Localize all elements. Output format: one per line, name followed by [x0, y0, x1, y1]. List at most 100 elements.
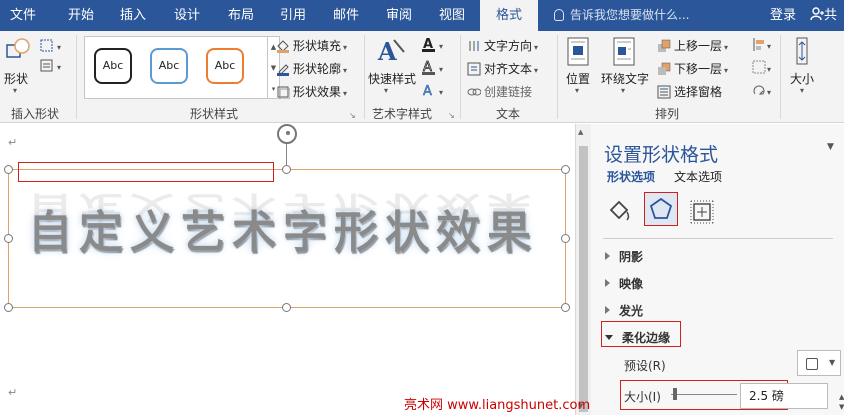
resize-handle[interactable]	[282, 165, 291, 174]
scroll-thumb[interactable]	[579, 146, 588, 412]
shapes-dropdown-icon[interactable]: ▾	[13, 86, 17, 95]
shape-style-gallery[interactable]: Abc Abc Abc	[84, 36, 268, 99]
tab-design[interactable]: 设计	[174, 0, 200, 31]
tab-references[interactable]: 引用	[280, 0, 306, 31]
quick-styles-label: 快速样式	[368, 72, 417, 86]
section-glow[interactable]: 发光	[605, 302, 643, 319]
login-link[interactable]: 登录	[770, 0, 796, 31]
link-icon	[467, 88, 481, 96]
send-backward-button[interactable]: 下移一层 ▾	[657, 60, 728, 77]
size-spinner[interactable]: 2.5 磅 ▲ ▼	[740, 383, 844, 411]
ribbon: 形状 ▾ ▾ ▾ 插入形状 Abc Abc Abc ▲ ▼ ▾ 形状填充 ▾ 形状轮廓…	[0, 31, 844, 123]
shape-outline-button[interactable]: 形状轮廓 ▾	[276, 60, 347, 77]
group-separator	[76, 35, 77, 119]
shape-effects-label: 形状效果	[293, 85, 342, 99]
section-soft-edges[interactable]: 柔化边缘	[605, 329, 670, 346]
tell-me-search[interactable]: 告诉我您想要做什么...	[554, 0, 689, 31]
svg-text:▾: ▾	[767, 65, 771, 74]
quick-styles-dropdown-icon[interactable]: ▾	[384, 86, 388, 95]
resize-handle[interactable]	[4, 303, 13, 312]
resize-handle[interactable]	[561, 165, 570, 174]
selection-pane-label: 选择窗格	[674, 85, 723, 99]
glow-label: 发光	[619, 304, 644, 318]
wrap-text-button[interactable]: 环绕文字	[601, 70, 649, 87]
create-link-button[interactable]: 创建链接	[467, 83, 532, 100]
bring-forward-button[interactable]: 上移一层 ▾	[657, 37, 728, 54]
size-properties-icon[interactable]	[686, 196, 718, 228]
style-sample-black[interactable]: Abc	[94, 48, 132, 84]
tab-layout[interactable]: 布局	[228, 0, 254, 31]
section-reflection[interactable]: 映像	[605, 275, 643, 292]
text-fill-icon[interactable]: A ▾	[422, 37, 452, 53]
resize-handle[interactable]	[4, 165, 13, 174]
shape-styles-group-label: 形状样式	[190, 107, 239, 121]
section-shadow[interactable]: 阴影	[605, 248, 643, 265]
lightbulb-icon	[554, 9, 564, 21]
size-button[interactable]: 大小	[790, 70, 814, 87]
chevron-down-icon: ▼	[829, 358, 836, 367]
text-direction-button[interactable]: 文字方向 ▾	[467, 37, 538, 54]
rotate-handle-icon[interactable]	[277, 124, 297, 144]
wordart-reflection: 自定义艺术字形状效果	[28, 188, 538, 225]
resize-handle[interactable]	[282, 303, 291, 312]
selection-pane-button[interactable]: 选择窗格	[657, 83, 722, 100]
shape-fill-label: 形状填充	[293, 39, 342, 53]
rotate-objects-icon[interactable]: ▾	[752, 83, 776, 99]
preset-dropdown[interactable]: ▼	[797, 350, 841, 376]
size-dropdown-icon[interactable]: ▾	[800, 86, 804, 95]
reflection-label: 映像	[619, 277, 644, 291]
resize-handle[interactable]	[561, 303, 570, 312]
tab-mailings[interactable]: 邮件	[333, 0, 359, 31]
quick-styles-button[interactable]: 快速样式	[368, 70, 416, 87]
tab-format[interactable]: 格式	[480, 0, 538, 31]
scroll-up-icon[interactable]: ▲	[578, 128, 583, 136]
shape-fill-button[interactable]: 形状填充 ▾	[276, 37, 347, 54]
tab-file[interactable]: 文件	[10, 0, 36, 31]
group-separator	[780, 35, 781, 119]
shapes-button[interactable]: 形状	[4, 70, 28, 87]
wordart-launcher-icon[interactable]: ↘	[448, 111, 455, 120]
position-dropdown-icon[interactable]: ▾	[575, 86, 579, 95]
shape-outline-label: 形状轮廓	[293, 62, 342, 76]
preset-label: 预设(R)	[624, 359, 666, 373]
size-slider-track[interactable]	[671, 394, 737, 395]
pane-options-icon[interactable]: ▼	[827, 142, 834, 152]
group-objects-icon[interactable]: ▾	[752, 60, 776, 76]
tab-text-options[interactable]: 文本选项	[674, 168, 722, 185]
send-backward-icon	[658, 62, 671, 75]
vertical-scrollbar[interactable]: ▲ ▼	[575, 124, 591, 415]
align-icon[interactable]: ▾	[752, 37, 776, 53]
shape-styles-launcher-icon[interactable]: ↘	[349, 111, 356, 120]
style-sample-orange[interactable]: Abc	[206, 48, 244, 84]
draw-textbox-icon[interactable]: ▾	[40, 58, 70, 74]
send-backward-label: 下移一层	[674, 62, 723, 76]
tab-home[interactable]: 开始	[68, 0, 94, 31]
position-button[interactable]: 位置	[566, 70, 590, 87]
share-button[interactable]: 共	[810, 0, 837, 31]
selection-pane-icon	[657, 85, 671, 99]
align-text-button[interactable]: 对齐文本 ▾	[467, 60, 538, 77]
text-outline-icon[interactable]: A ▾	[422, 60, 452, 76]
resize-handle[interactable]	[561, 234, 570, 243]
expand-triangle-icon	[605, 306, 610, 314]
group-separator	[364, 35, 365, 119]
fill-line-icon[interactable]	[605, 196, 637, 228]
tab-shape-options[interactable]: 形状选项	[607, 168, 655, 185]
effects-icon	[277, 86, 290, 99]
edit-shape-icon[interactable]: ▾	[40, 38, 70, 54]
tab-view[interactable]: 视图	[439, 0, 465, 31]
pentagon-effects-icon[interactable]	[645, 193, 677, 225]
paint-bucket-icon	[277, 40, 289, 53]
shape-effects-button[interactable]: 形状效果 ▾	[276, 83, 347, 100]
style-sample-blue[interactable]: Abc	[150, 48, 188, 84]
shadow-label: 阴影	[619, 250, 644, 264]
text-effects-icon[interactable]: A ▾	[422, 83, 452, 99]
resize-handle[interactable]	[4, 234, 13, 243]
expand-triangle-icon	[605, 252, 610, 260]
size-slider-knob[interactable]	[673, 388, 677, 400]
tab-insert[interactable]: 插入	[120, 0, 146, 31]
wrap-text-dropdown-icon[interactable]: ▾	[621, 86, 625, 95]
spin-down-icon[interactable]: ▼	[839, 395, 844, 419]
wordart-styles-group-label: 艺术字样式	[372, 107, 433, 121]
tab-review[interactable]: 审阅	[386, 0, 412, 31]
